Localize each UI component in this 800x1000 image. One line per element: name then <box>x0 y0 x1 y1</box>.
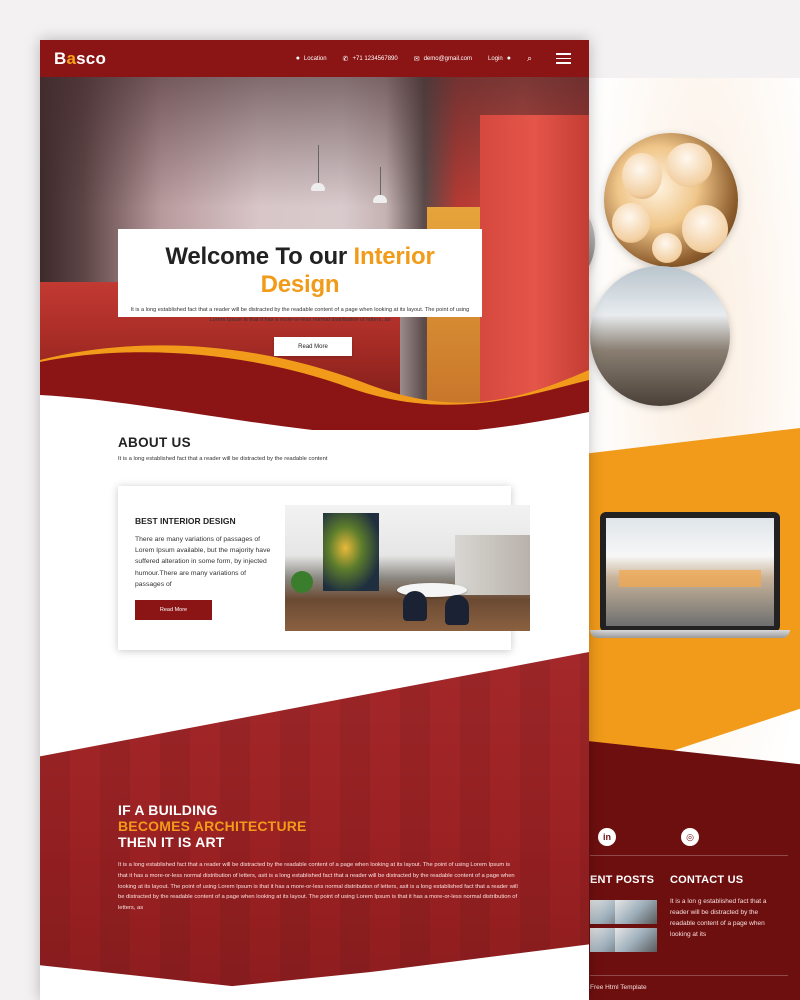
user-icon: ● <box>506 55 511 62</box>
hero-text: It is a long established fact that a rea… <box>130 307 470 323</box>
mockup-stage: in ◎ ENT POSTS CONTACT US It is a lon g … <box>0 0 800 1000</box>
mail-icon: ✉ <box>413 55 420 63</box>
search-icon: ⌕ <box>526 53 532 63</box>
contact-us-heading: CONTACT US <box>670 874 744 886</box>
hero-title: Welcome To our Interior Design <box>165 243 435 298</box>
back-page-preview: in ◎ ENT POSTS CONTACT US It is a lon g … <box>560 78 800 1000</box>
about-section: ABOUT US It is a long established fact t… <box>118 435 327 462</box>
copyright-text: Free Html Template <box>590 984 647 991</box>
instagram-icon[interactable]: ◎ <box>681 828 699 846</box>
about-title: ABOUT US <box>118 435 191 450</box>
card-title: BEST INTERIOR DESIGN <box>135 516 236 526</box>
card-read-more-button[interactable]: Read More <box>135 600 212 620</box>
top-navbar: Basco ● Location ✆ +71 1234567890 ✉ demo… <box>40 40 589 77</box>
contact-text: It is a lon g established fact that a re… <box>670 898 767 938</box>
archi-line-2: BECOMES ARCHITECTURE <box>118 818 307 834</box>
search-button[interactable]: ⌕ <box>527 53 532 64</box>
circle-photo-lamps <box>604 133 738 267</box>
recent-posts-heading: ENT POSTS <box>590 874 655 886</box>
archi-text: It is a long established fact that a rea… <box>118 862 518 912</box>
front-page: Basco ● Location ✆ +71 1234567890 ✉ demo… <box>40 40 589 1000</box>
hero-wave-divider <box>40 345 589 430</box>
architecture-section: IF A BUILDING BECOMES ARCHITECTURE THEN … <box>40 652 589 1000</box>
card-text: There are many variations of passages of… <box>135 536 271 588</box>
best-design-card: BEST INTERIOR DESIGN There are many vari… <box>118 486 530 650</box>
linkedin-icon[interactable]: in <box>598 828 616 846</box>
menu-icon[interactable] <box>556 53 571 64</box>
nav-phone[interactable]: ✆ +71 1234567890 <box>343 55 398 63</box>
archi-line-3: THEN IT IS ART <box>118 834 225 850</box>
archi-line-1: IF A BUILDING <box>118 802 218 818</box>
nav-location[interactable]: ● Location <box>296 55 327 62</box>
nav-login[interactable]: Login ● <box>488 55 511 62</box>
about-text: It is a long established fact that a rea… <box>118 456 328 462</box>
back-footer <box>560 738 800 1000</box>
laptop-mockup <box>590 512 790 642</box>
location-pin-icon: ● <box>295 55 300 62</box>
circle-photo-kitchen <box>590 266 730 406</box>
phone-icon: ✆ <box>342 55 349 63</box>
brand-logo[interactable]: Basco <box>54 49 106 69</box>
post-thumbnail[interactable] <box>615 928 657 952</box>
post-thumbnail[interactable] <box>615 900 657 924</box>
welcome-box: Welcome To our Interior Design It is a l… <box>118 229 482 323</box>
nav-email[interactable]: ✉ demo@gmail.com <box>414 55 472 63</box>
interior-photo <box>285 505 530 631</box>
